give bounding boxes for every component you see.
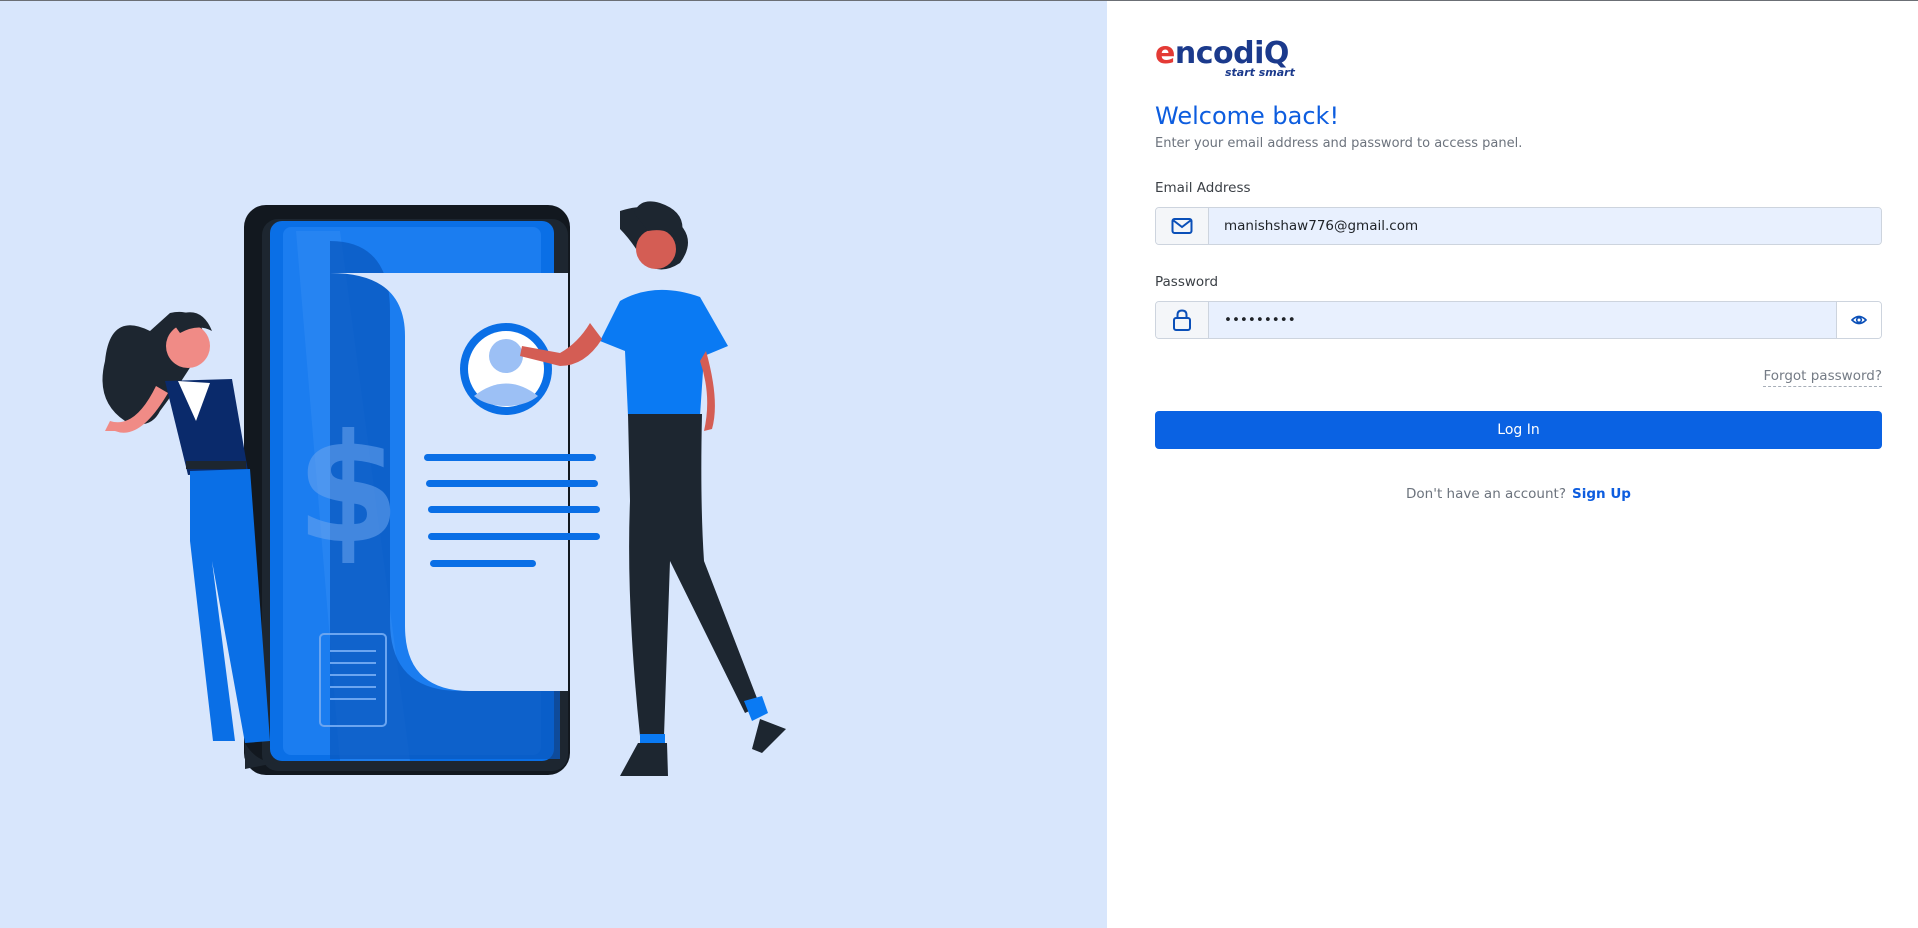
brand-logo: encodiQ start smart [1155, 37, 1295, 81]
email-input-group [1155, 207, 1882, 245]
login-button[interactable]: Log In [1155, 411, 1882, 449]
eye-icon[interactable] [1836, 302, 1881, 338]
email-field[interactable] [1209, 208, 1881, 244]
logo-tagline: start smart [1225, 66, 1295, 79]
signup-prompt: Don't have an account? [1406, 486, 1567, 502]
password-input-group [1155, 301, 1882, 339]
password-field[interactable] [1209, 302, 1836, 338]
envelope-icon [1156, 208, 1209, 244]
page-subtitle: Enter your email address and password to… [1155, 136, 1523, 151]
illustration-panel: $ [0, 1, 1107, 928]
signup-link[interactable]: Sign Up [1572, 486, 1631, 502]
signup-row: Don't have an account? Sign Up [1155, 486, 1882, 502]
svg-text:$: $ [296, 403, 400, 577]
login-illustration: $ [102, 201, 786, 776]
login-panel: encodiQ start smart Welcome back! Enter … [1107, 1, 1918, 928]
forgot-password-link[interactable]: Forgot password? [1763, 368, 1882, 387]
password-label: Password [1155, 274, 1219, 290]
lock-icon [1156, 302, 1209, 338]
email-label: Email Address [1155, 180, 1251, 196]
page-title: Welcome back! [1155, 102, 1340, 130]
phone-illustration: $ [244, 205, 600, 775]
